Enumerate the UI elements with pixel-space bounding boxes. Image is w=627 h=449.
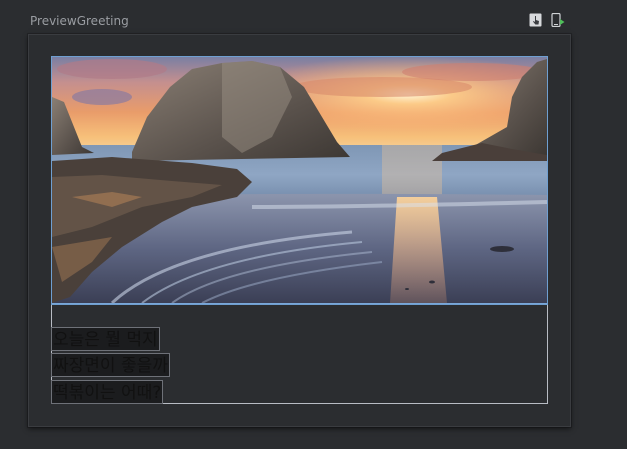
greeting-line-1: 오늘은 뭘 먹지 (51, 327, 160, 351)
preview-title: PreviewGreeting (30, 14, 129, 28)
compose-preview-panel: PreviewGreeting 오늘은 뭘 먹지 짜장면이 좋을까 떡볶이는 어… (0, 0, 627, 449)
interactive-mode-icon[interactable] (529, 13, 543, 27)
greeting-line-3: 떡볶이는 어때? (51, 380, 164, 404)
sunset-beach-image (51, 56, 548, 305)
greeting-line-2: 짜장면이 좋을까 (51, 353, 170, 377)
deploy-to-device-icon[interactable] (551, 13, 565, 27)
